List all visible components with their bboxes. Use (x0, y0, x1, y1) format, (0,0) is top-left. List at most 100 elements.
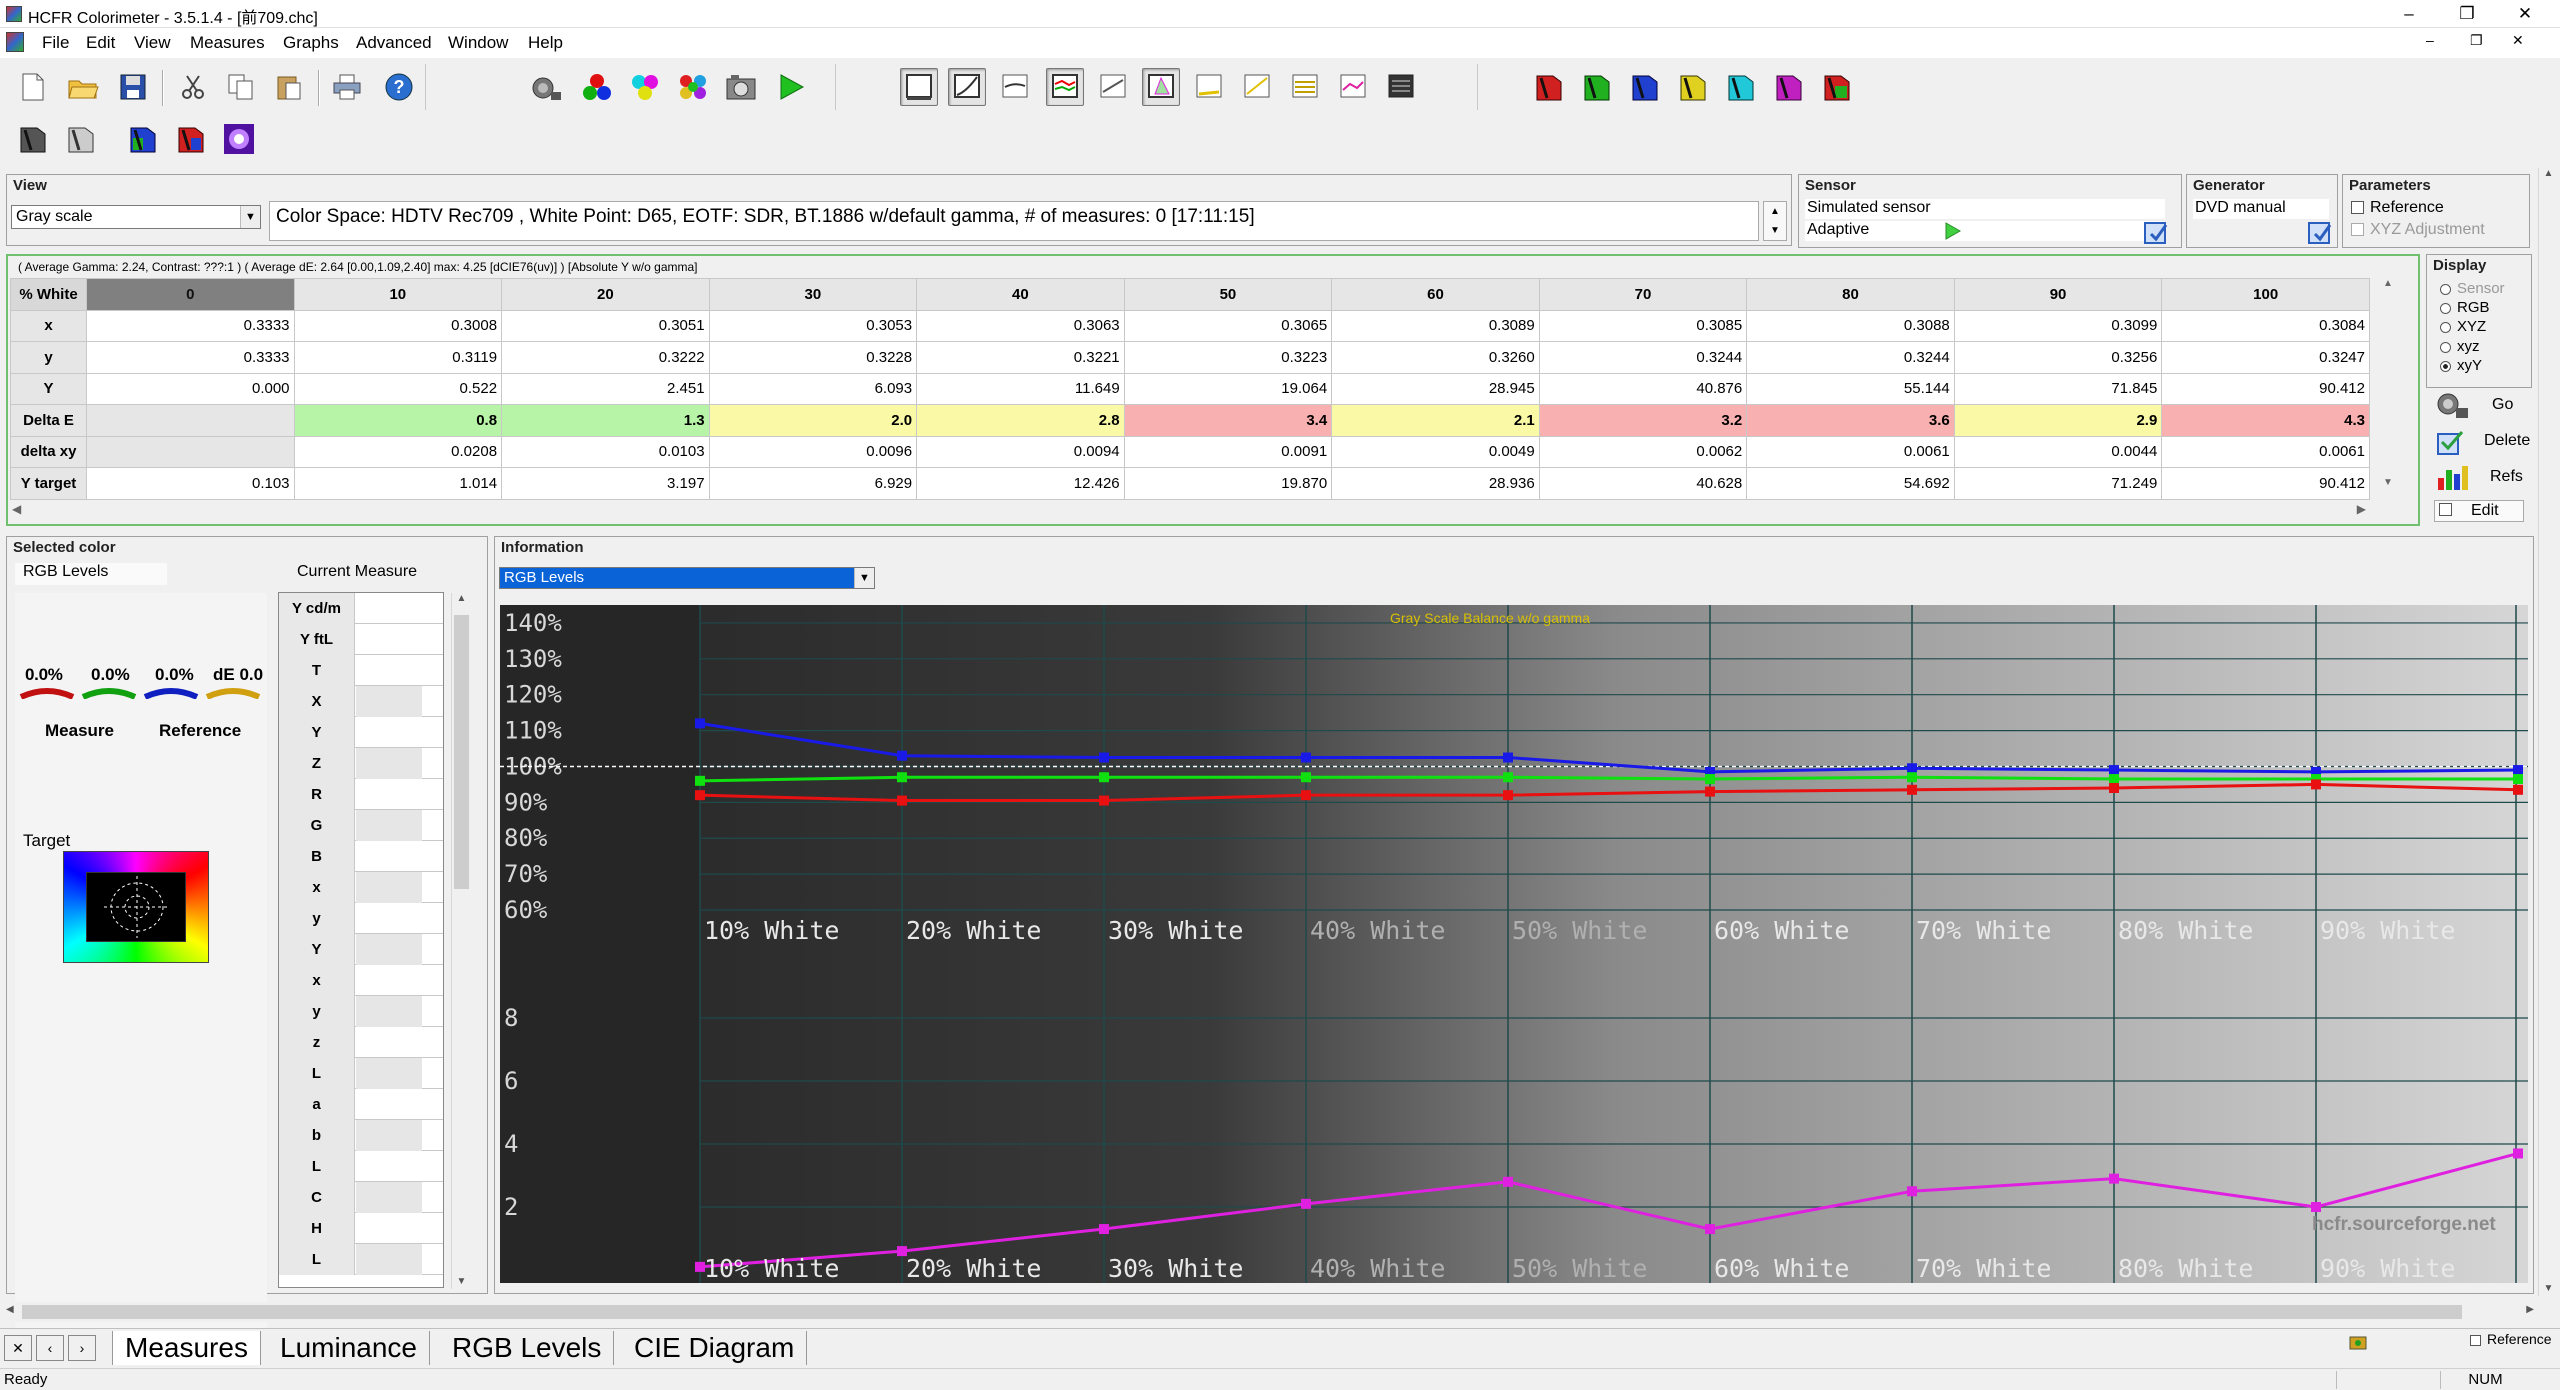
color-temp-graph-icon[interactable] (1094, 68, 1132, 106)
tab-scroll-left-button[interactable]: ‹ (36, 1335, 64, 1361)
grid-row-label[interactable]: y (10, 341, 87, 374)
paste-icon[interactable] (270, 68, 308, 106)
grid-cell[interactable]: 0.3221 (916, 341, 1125, 374)
grid-cell[interactable]: 0.0049 (1331, 435, 1540, 468)
grid-cell[interactable]: 55.144 (1746, 372, 1955, 405)
menu-view[interactable]: View (134, 33, 171, 53)
edit-checkbox[interactable]: Edit (2434, 500, 2524, 522)
display-option-sensor[interactable]: Sensor (2440, 280, 2505, 297)
grid-col-header[interactable]: 40 (916, 278, 1125, 311)
restore-button[interactable]: ❐ (2444, 0, 2490, 28)
mdi-minimize-button[interactable]: – (2426, 32, 2434, 48)
grid-cell[interactable]: 0.3223 (1123, 341, 1333, 374)
grid-cell[interactable]: 0.3085 (1538, 309, 1748, 342)
display-option-xyy[interactable]: xyY (2440, 357, 2482, 374)
grid-cell[interactable]: 0.3222 (501, 341, 710, 374)
grid-cell[interactable]: 2.451 (501, 372, 710, 405)
grid-col-header[interactable]: 0 (86, 278, 295, 311)
grid-cell[interactable]: 0.0044 (1953, 435, 2163, 468)
tab-measures[interactable]: Measures (112, 1331, 261, 1365)
green-filter-icon[interactable] (1578, 68, 1616, 106)
main-horizontal-scrollbar[interactable]: ◀ ▶ (0, 1302, 2538, 1322)
grid-col-header[interactable]: 60 (1331, 278, 1540, 311)
grid-cell[interactable] (86, 435, 295, 468)
measure-list-scrollbar[interactable]: ▲ ▼ (451, 593, 471, 1289)
gray-sequence-icon[interactable] (14, 120, 52, 158)
grid-row-label[interactable]: delta xy (10, 435, 87, 468)
new-file-icon[interactable] (14, 68, 52, 106)
grid-cell[interactable]: 0.000 (86, 372, 295, 405)
grid-col-header[interactable]: 50 (1123, 278, 1333, 311)
grid-cell[interactable]: 3.197 (501, 467, 710, 500)
status-reference-checkbox[interactable]: Reference (2470, 1331, 2552, 1347)
grid-cell[interactable]: 90.412 (2161, 372, 2370, 405)
grid-col-header[interactable]: 70 (1538, 278, 1748, 311)
grid-cell[interactable]: 0.0096 (708, 435, 918, 468)
view-mode-select[interactable]: Gray scale ▼ (11, 205, 261, 229)
saturation-shift-graph-icon[interactable] (1334, 68, 1372, 106)
magenta-filter-icon[interactable] (1770, 68, 1808, 106)
display-option-xyz[interactable]: XYZ (2440, 318, 2486, 335)
menu-help[interactable]: Help (528, 33, 563, 53)
tab-luminance[interactable]: Luminance (268, 1331, 430, 1365)
grid-cell[interactable]: 2.8 (916, 404, 1125, 437)
grid-cell[interactable]: 0.3065 (1123, 309, 1333, 342)
primary-colors-icon[interactable] (578, 68, 616, 106)
close-button[interactable]: ✕ (2502, 0, 2548, 28)
camera-icon[interactable] (722, 68, 760, 106)
delete-button[interactable]: Delete (2432, 426, 2530, 458)
grid-row-label[interactable]: Y target (10, 467, 87, 500)
multi-filter-icon[interactable] (1818, 68, 1856, 106)
grid-cell[interactable]: 0.3008 (293, 309, 503, 342)
grid-cell[interactable]: 90.412 (2161, 467, 2370, 500)
grid-cell[interactable]: 0.3333 (86, 309, 295, 342)
grid-col-header[interactable]: 30 (708, 278, 918, 311)
saturation-icon[interactable] (674, 68, 712, 106)
measures-list-icon[interactable] (1382, 68, 1420, 106)
sensor-probe-icon[interactable] (528, 68, 566, 106)
view-info-spinner[interactable]: ▲ ▼ (1763, 201, 1787, 241)
grid-cell[interactable]: 40.876 (1538, 372, 1748, 405)
grid-cell[interactable]: 2.0 (708, 404, 918, 437)
document-icon[interactable] (6, 32, 24, 52)
grid-cell[interactable]: 0.3053 (708, 309, 918, 342)
delta-e-graph-icon[interactable] (1190, 68, 1228, 106)
menu-graphs[interactable]: Graphs (283, 33, 339, 53)
grid-cell[interactable]: 0.0208 (293, 435, 503, 468)
grid-cell[interactable]: 28.945 (1331, 372, 1540, 405)
grid-cell[interactable]: 0.3051 (501, 309, 710, 342)
grid-horizontal-scrollbar[interactable]: ◀ ▶ (12, 502, 2372, 522)
refs-button[interactable]: Refs (2432, 462, 2528, 494)
grid-cell[interactable]: 0.3063 (916, 309, 1125, 342)
rgb-levels-tab[interactable]: RGB Levels (15, 563, 167, 585)
grid-cell[interactable]: 0.3260 (1331, 341, 1540, 374)
grid-col-header[interactable]: 10 (293, 278, 503, 311)
grid-cell[interactable]: 3.2 (1538, 404, 1748, 437)
sensor-config-icon[interactable] (2143, 219, 2169, 245)
grid-cell[interactable]: 0.3088 (1746, 309, 1955, 342)
grid-cell[interactable]: 0.3247 (2161, 341, 2370, 374)
cut-icon[interactable] (174, 68, 212, 106)
display-option-xyz-small[interactable]: xyz (2440, 338, 2480, 355)
menu-measures[interactable]: Measures (190, 33, 265, 53)
grid-cell[interactable]: 2.9 (1953, 404, 2163, 437)
luminance-graph-icon[interactable] (948, 68, 986, 106)
grid-cell[interactable]: 0.3244 (1538, 341, 1748, 374)
grid-cell[interactable]: 28.936 (1331, 467, 1540, 500)
tab-cie-diagram[interactable]: CIE Diagram (622, 1331, 808, 1365)
copy-icon[interactable] (222, 68, 260, 106)
tab-scroll-right-button[interactable]: › (68, 1335, 96, 1361)
grid-cell[interactable]: 11.649 (916, 372, 1125, 405)
open-folder-icon[interactable] (64, 68, 102, 106)
grid-col-header[interactable]: 90 (1953, 278, 2163, 311)
yellow-filter-icon[interactable] (1674, 68, 1712, 106)
print-icon[interactable] (328, 68, 366, 106)
grid-col-header[interactable]: 100 (2161, 278, 2370, 311)
grid-row-label[interactable]: x (10, 309, 87, 342)
grid-cell[interactable]: 0.3244 (1746, 341, 1955, 374)
grid-cell[interactable]: 3.4 (1123, 404, 1333, 437)
grid-cell[interactable]: 0.3228 (708, 341, 918, 374)
secondary-colors-icon[interactable] (626, 68, 664, 106)
cyan-filter-icon[interactable] (1722, 68, 1760, 106)
grid-cell[interactable]: 4.3 (2161, 404, 2370, 437)
